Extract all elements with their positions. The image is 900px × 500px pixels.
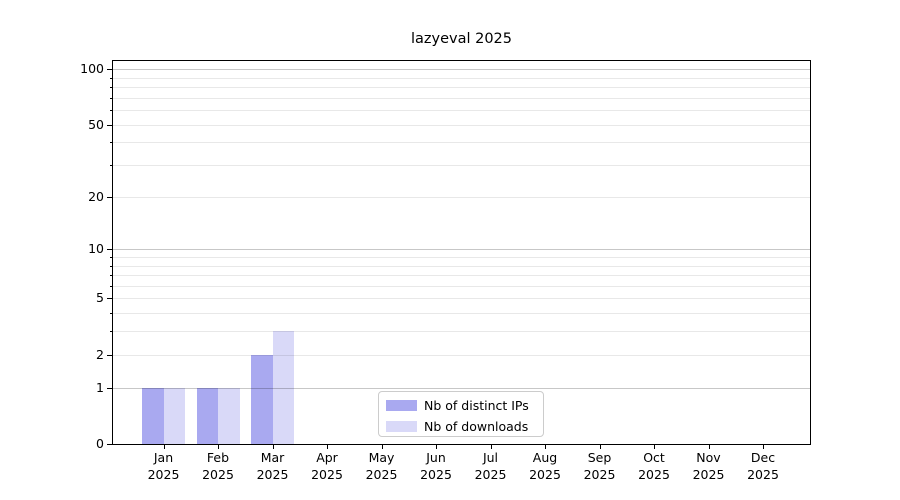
minor-gridline bbox=[113, 78, 810, 79]
y-tick-mark bbox=[107, 249, 112, 250]
figure: lazyeval 2025 0125102050100Jan2025Feb202… bbox=[0, 0, 900, 500]
x-tick-mark bbox=[382, 445, 383, 449]
minor-gridline bbox=[113, 142, 810, 143]
y-tick-mark bbox=[107, 444, 112, 445]
y-tick-label: 2 bbox=[40, 347, 104, 363]
x-tick-mark bbox=[600, 445, 601, 449]
minor-gridline bbox=[113, 275, 810, 276]
y-tick-label: 5 bbox=[40, 290, 104, 306]
y-tick-mark bbox=[107, 69, 112, 70]
y-minor-tick-mark bbox=[110, 87, 113, 88]
minor-gridline bbox=[113, 165, 810, 166]
legend-row-downloads: Nb of downloads bbox=[386, 417, 543, 436]
x-tick-mark bbox=[763, 445, 764, 449]
y-minor-tick-mark bbox=[110, 275, 113, 276]
minor-gridline bbox=[113, 298, 810, 299]
bar-nb-of-distinct-ips bbox=[251, 355, 273, 444]
y-tick-label: 20 bbox=[40, 189, 104, 205]
y-minor-tick-mark bbox=[110, 125, 113, 126]
y-minor-tick-mark bbox=[110, 313, 113, 314]
x-tick-month: Dec bbox=[723, 450, 803, 467]
legend-swatch-distinct-ips bbox=[386, 400, 417, 411]
x-tick-mark bbox=[709, 445, 710, 449]
y-minor-tick-mark bbox=[110, 266, 113, 267]
minor-gridline bbox=[113, 257, 810, 258]
y-minor-tick-mark bbox=[110, 78, 113, 79]
x-tick-label: Dec2025 bbox=[723, 450, 803, 483]
major-gridline bbox=[113, 69, 810, 70]
major-gridline bbox=[113, 249, 810, 250]
y-minor-tick-mark bbox=[110, 355, 113, 356]
y-tick-label: 0 bbox=[40, 436, 104, 452]
x-tick-mark bbox=[491, 445, 492, 449]
minor-gridline bbox=[113, 110, 810, 111]
bar-nb-of-downloads bbox=[218, 388, 240, 444]
minor-gridline bbox=[113, 331, 810, 332]
major-gridline bbox=[113, 388, 810, 389]
y-tick-label: 50 bbox=[40, 117, 104, 133]
legend-row-distinct-ips: Nb of distinct IPs bbox=[386, 396, 543, 415]
x-tick-mark bbox=[436, 445, 437, 449]
plot-area bbox=[112, 60, 811, 445]
y-tick-label: 1 bbox=[40, 380, 104, 396]
x-tick-mark bbox=[164, 445, 165, 449]
y-tick-mark bbox=[107, 388, 112, 389]
y-minor-tick-mark bbox=[110, 110, 113, 111]
minor-gridline bbox=[113, 313, 810, 314]
y-minor-tick-mark bbox=[110, 98, 113, 99]
minor-gridline bbox=[113, 87, 810, 88]
x-tick-mark bbox=[654, 445, 655, 449]
bar-nb-of-downloads bbox=[164, 388, 186, 444]
minor-gridline bbox=[113, 355, 810, 356]
y-minor-tick-mark bbox=[110, 197, 113, 198]
x-tick-mark bbox=[273, 445, 274, 449]
y-minor-tick-mark bbox=[110, 286, 113, 287]
minor-gridline bbox=[113, 125, 810, 126]
x-tick-mark bbox=[327, 445, 328, 449]
legend-label-distinct-ips: Nb of distinct IPs bbox=[424, 398, 529, 414]
x-tick-mark bbox=[545, 445, 546, 449]
y-minor-tick-mark bbox=[110, 331, 113, 332]
bar-nb-of-distinct-ips bbox=[142, 388, 164, 444]
legend: Nb of distinct IPs Nb of downloads bbox=[378, 391, 544, 437]
y-minor-tick-mark bbox=[110, 142, 113, 143]
y-minor-tick-mark bbox=[110, 298, 113, 299]
legend-swatch-downloads bbox=[386, 421, 417, 432]
legend-label-downloads: Nb of downloads bbox=[424, 419, 528, 435]
minor-gridline bbox=[113, 98, 810, 99]
y-minor-tick-mark bbox=[110, 165, 113, 166]
minor-gridline bbox=[113, 197, 810, 198]
bar-nb-of-distinct-ips bbox=[197, 388, 219, 444]
y-tick-label: 10 bbox=[40, 241, 104, 257]
y-tick-label: 100 bbox=[40, 61, 104, 77]
y-minor-tick-mark bbox=[110, 257, 113, 258]
x-tick-mark bbox=[218, 445, 219, 449]
chart-title: lazyeval 2025 bbox=[112, 31, 811, 48]
minor-gridline bbox=[113, 266, 810, 267]
minor-gridline bbox=[113, 286, 810, 287]
x-tick-year: 2025 bbox=[723, 467, 803, 484]
